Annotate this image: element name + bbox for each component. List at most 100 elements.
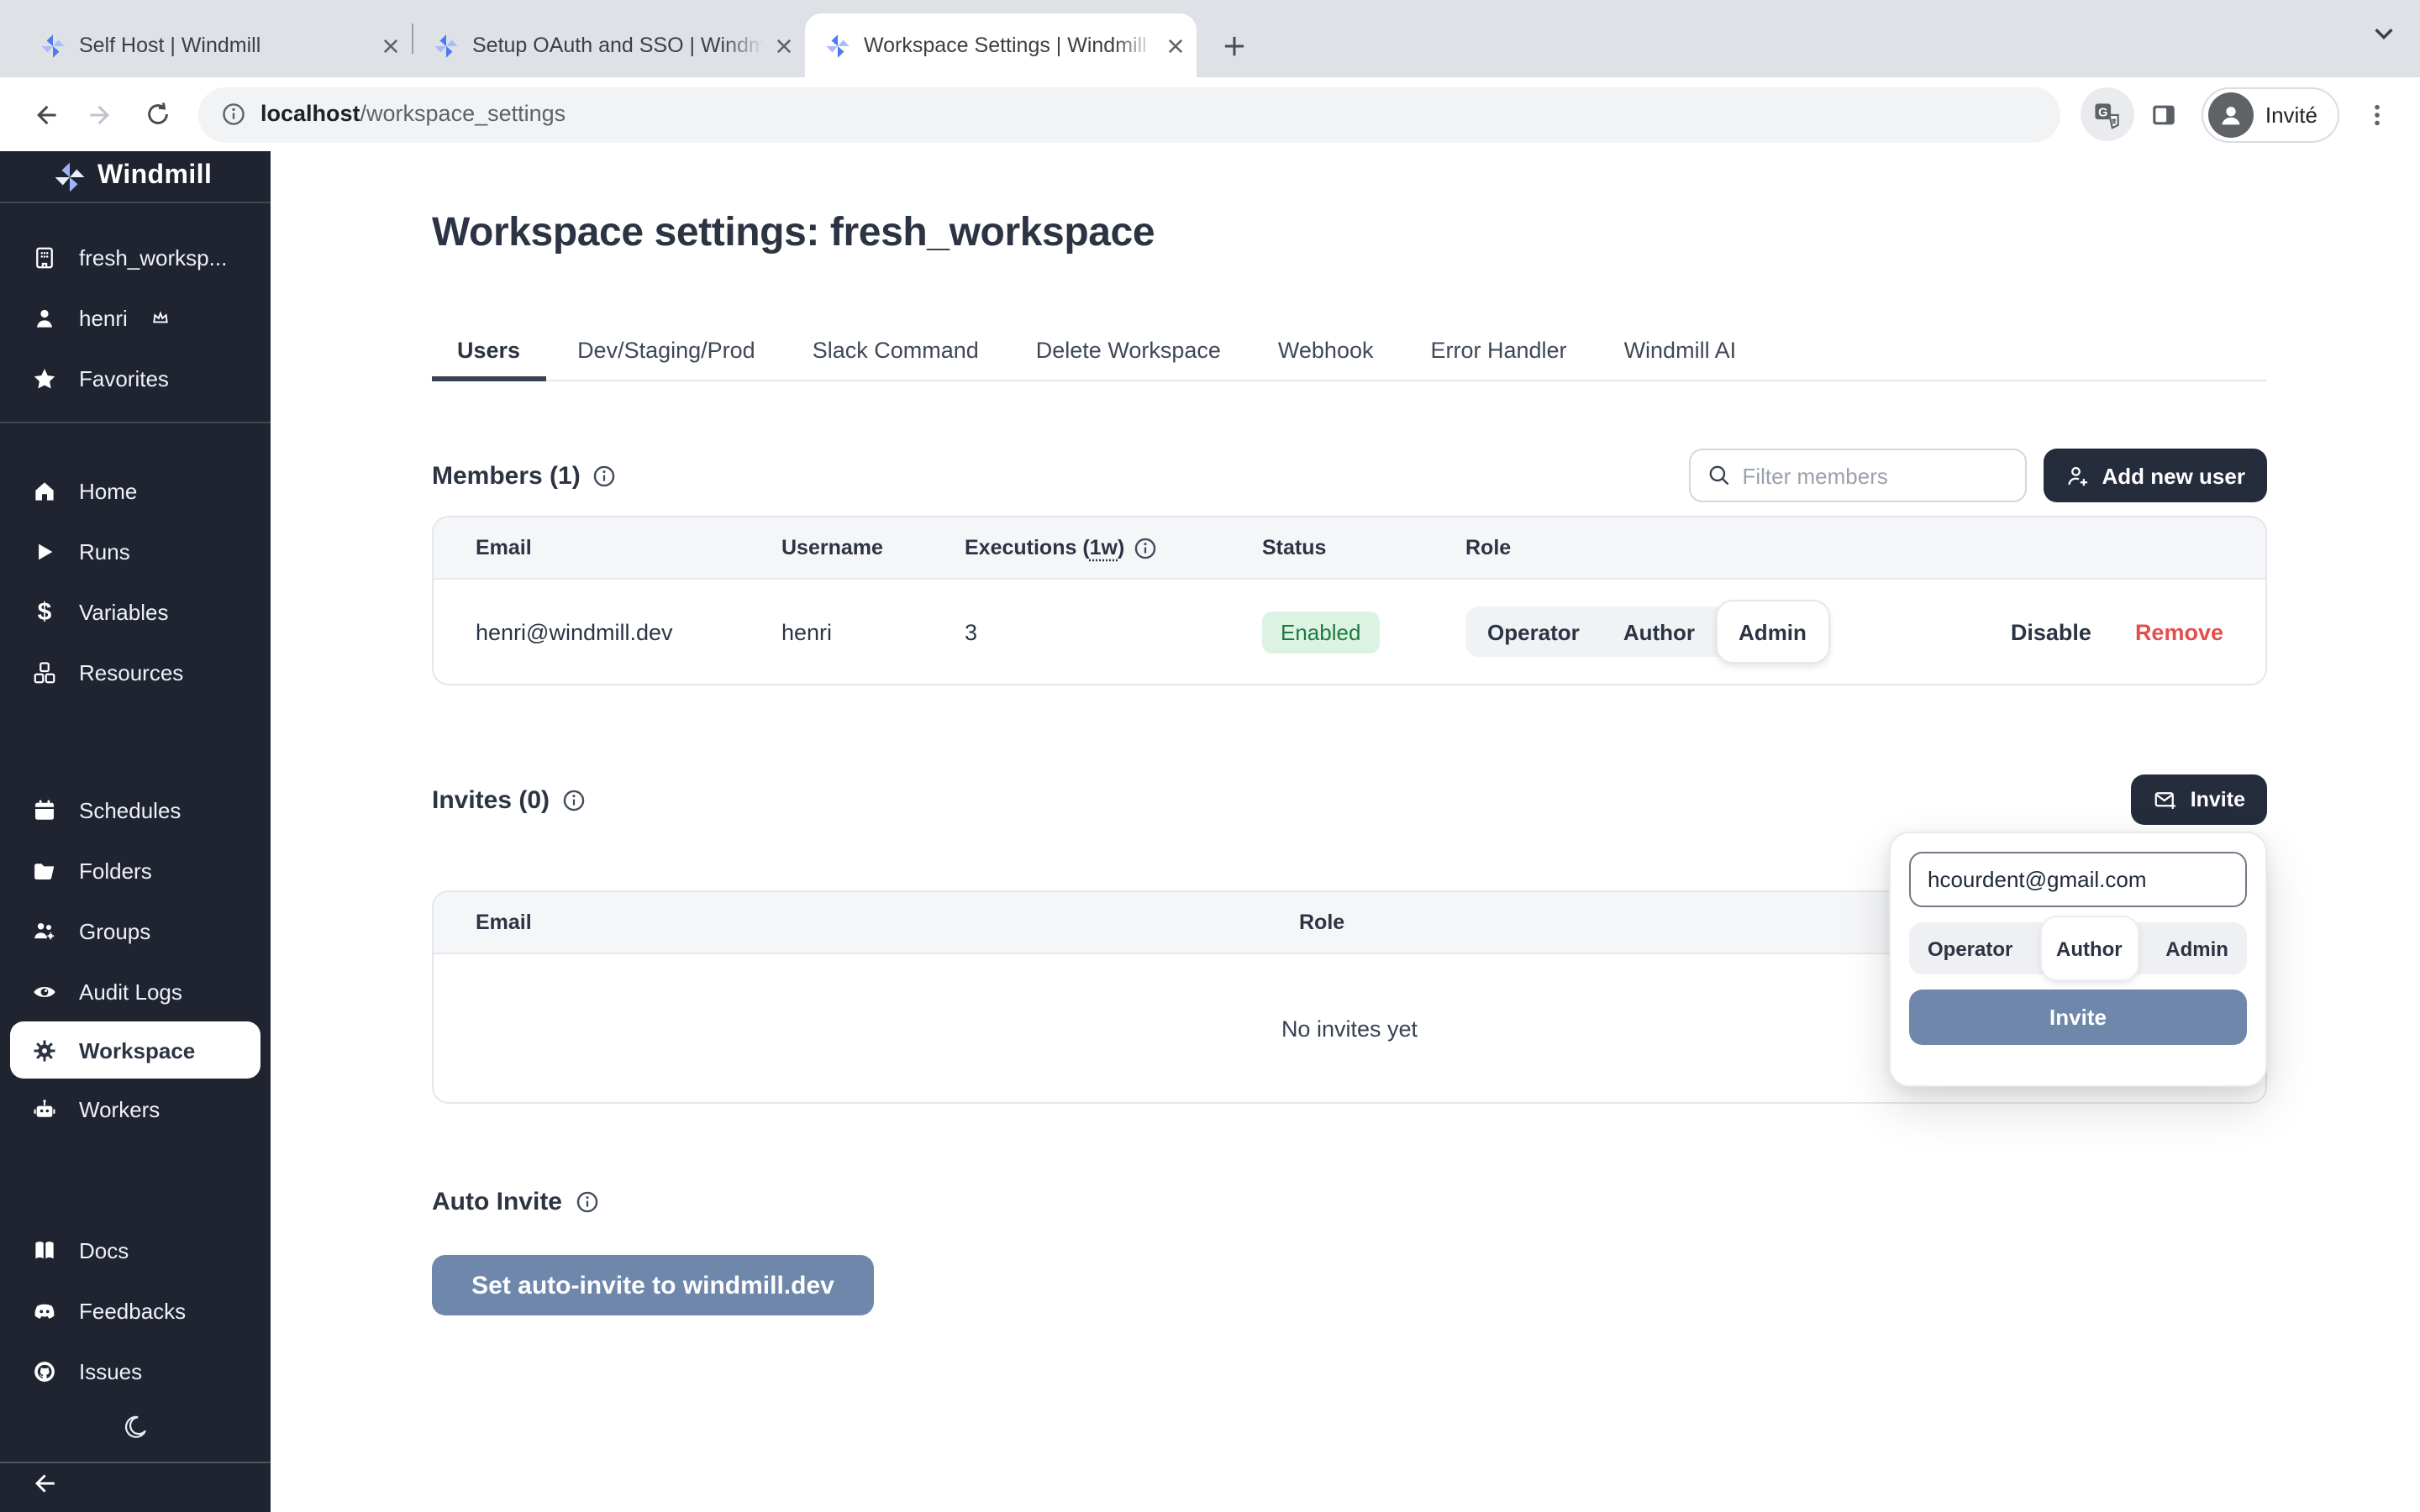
settings-tab-bar: Users Dev/Staging/Prod Slack Command Del…	[432, 324, 2267, 381]
address-bar[interactable]: localhost/workspace_settings	[198, 87, 2060, 142]
nav-label: Resources	[79, 659, 183, 685]
nav-label: Issues	[79, 1358, 142, 1383]
tab-close-icon[interactable]	[1168, 38, 1183, 53]
sidebar-workspace-switcher[interactable]: fresh_worksp...	[0, 227, 271, 287]
role-option-admin[interactable]: Admin	[1717, 601, 1828, 662]
new-tab-button[interactable]	[1210, 22, 1257, 69]
member-executions: 3	[965, 619, 1262, 644]
nav-label: Workspace	[79, 1037, 195, 1063]
sidebar-item-resources[interactable]: Resources	[0, 642, 271, 702]
star-icon	[30, 365, 59, 391]
sidebar-item-audit-logs[interactable]: Audit Logs	[0, 961, 271, 1021]
browser-tab-setup-oauth[interactable]: Setup OAuth and SSO | Windm	[413, 13, 805, 77]
tab-error-handler[interactable]: Error Handler	[1406, 324, 1592, 380]
col-username: Username	[781, 536, 965, 559]
tab-windmill-ai[interactable]: Windmill AI	[1599, 324, 1762, 380]
sidebar-item-issues[interactable]: Issues	[0, 1341, 271, 1401]
role-option-author[interactable]: Author	[1602, 606, 1717, 657]
search-icon	[1707, 464, 1731, 487]
play-icon	[30, 538, 59, 564]
info-icon[interactable]	[563, 789, 585, 811]
info-icon[interactable]	[1134, 537, 1156, 559]
dollar-icon: $	[30, 597, 59, 626]
gear-icon	[30, 1037, 59, 1063]
nav-label: Groups	[79, 918, 150, 943]
nav-label: Audit Logs	[79, 979, 182, 1004]
url-host: localhost	[260, 101, 360, 126]
browser-menu-kebab[interactable]	[2349, 87, 2403, 141]
eye-icon	[30, 979, 59, 1004]
tab-slack-command[interactable]: Slack Command	[787, 324, 1004, 380]
translate-button[interactable]: G	[2081, 87, 2134, 141]
invite-button[interactable]: Invite	[2132, 774, 2267, 825]
member-email: henri@windmill.dev	[434, 619, 781, 644]
browser-profile-button[interactable]: Invité	[2202, 87, 2339, 142]
sidebar-user-menu[interactable]: henri	[0, 287, 271, 348]
sidebar-item-groups[interactable]: Groups	[0, 900, 271, 961]
profile-label: Invité	[2265, 102, 2317, 127]
tab-title: Workspace Settings | Windmill	[864, 34, 1155, 57]
home-icon	[30, 478, 59, 503]
sidebar-item-docs[interactable]: Docs	[0, 1220, 271, 1280]
windmill-favicon-icon	[825, 33, 850, 58]
tab-close-icon[interactable]	[776, 38, 792, 53]
sidebar-item-workspace[interactable]: Workspace	[10, 1021, 260, 1079]
filter-members-box	[1689, 449, 2027, 502]
set-auto-invite-button[interactable]: Set auto-invite to windmill.dev	[432, 1255, 874, 1315]
workspace-switcher-label: fresh_worksp...	[79, 244, 227, 270]
tab-webhook[interactable]: Webhook	[1253, 324, 1399, 380]
sidebar: Windmill fresh_worksp... henri Favorites	[0, 151, 271, 1512]
role-option-author[interactable]: Author	[2041, 917, 2138, 979]
nav-label: Folders	[79, 858, 152, 883]
invite-email-input[interactable]	[1909, 852, 2247, 907]
role-option-operator[interactable]: Operator	[1912, 922, 2028, 974]
sidebar-item-folders[interactable]: Folders	[0, 840, 271, 900]
sidebar-item-feedbacks[interactable]: Feedbacks	[0, 1280, 271, 1341]
browser-tab-workspace-settings[interactable]: Workspace Settings | Windmill	[805, 13, 1197, 77]
side-panel-button[interactable]	[2138, 87, 2191, 141]
sidebar-collapse-bar	[0, 1462, 271, 1512]
sidebar-item-runs[interactable]: Runs	[0, 521, 271, 581]
remove-member-button[interactable]: Remove	[2135, 619, 2223, 644]
tab-delete-workspace[interactable]: Delete Workspace	[1011, 324, 1246, 380]
tab-close-icon[interactable]	[383, 38, 398, 53]
building-icon	[30, 244, 59, 270]
collapse-sidebar-arrow-icon[interactable]	[30, 1470, 57, 1505]
windmill-logo-icon	[54, 160, 86, 192]
forward-button[interactable]	[74, 87, 128, 141]
browser-tab-self-host[interactable]: Self Host | Windmill	[20, 13, 412, 77]
add-new-user-button[interactable]: Add new user	[2044, 449, 2268, 502]
status-badge: Enabled	[1262, 611, 1379, 653]
nav-label: Schedules	[79, 797, 181, 822]
col-executions: Executions (1w)	[965, 536, 1262, 559]
role-option-operator[interactable]: Operator	[1465, 606, 1602, 657]
crown-icon	[151, 308, 170, 327]
sidebar-item-home[interactable]: Home	[0, 460, 271, 521]
invite-popup: Operator Author Admin Invite	[1889, 832, 2267, 1087]
filter-members-input[interactable]	[1743, 463, 2008, 488]
nav-label: Home	[79, 478, 137, 503]
sidebar-item-variables[interactable]: $ Variables	[0, 581, 271, 642]
role-option-admin[interactable]: Admin	[2150, 922, 2244, 974]
tab-search-chevron-icon[interactable]	[2371, 20, 2396, 54]
windmill-favicon-icon	[434, 33, 459, 58]
dark-mode-toggle[interactable]	[123, 1415, 148, 1448]
page-title: Workspace settings: fresh_workspace	[432, 210, 2267, 257]
brand: Windmill	[0, 151, 271, 203]
sidebar-item-favorites[interactable]: Favorites	[0, 348, 271, 408]
sidebar-item-workers[interactable]: Workers	[0, 1079, 271, 1139]
folder-icon	[30, 858, 59, 883]
reload-button[interactable]	[131, 87, 185, 141]
tab-users[interactable]: Users	[432, 324, 545, 380]
members-table: Email Username Executions (1w) Status Ro…	[432, 516, 2267, 685]
person-icon	[30, 305, 59, 330]
info-icon[interactable]	[576, 1190, 597, 1212]
sidebar-item-schedules[interactable]: Schedules	[0, 780, 271, 840]
tab-dev-staging-prod[interactable]: Dev/Staging/Prod	[552, 324, 781, 380]
invites-heading: Invites (0)	[432, 785, 550, 814]
info-icon[interactable]	[594, 465, 616, 486]
disable-member-button[interactable]: Disable	[2011, 619, 2091, 644]
invite-submit-button[interactable]: Invite	[1909, 990, 2247, 1045]
site-info-icon[interactable]	[222, 102, 245, 126]
back-button[interactable]	[17, 87, 71, 141]
